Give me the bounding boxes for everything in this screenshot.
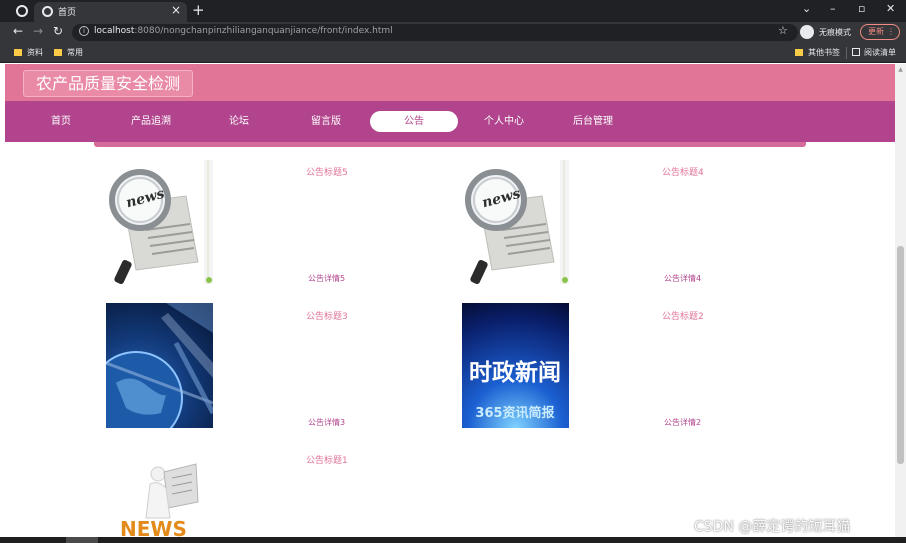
nav-admin[interactable]: 后台管理 xyxy=(566,111,620,132)
folder-icon xyxy=(795,49,803,56)
incognito-icon[interactable] xyxy=(800,25,814,39)
other-bookmarks[interactable]: 其他书签 xyxy=(795,47,840,58)
notice-title[interactable]: 公告标题3 xyxy=(306,309,348,322)
site-nav: 首页 产品追溯 论坛 留言版 公告 个人中心 后台管理 xyxy=(5,101,895,142)
minimize-icon[interactable]: – xyxy=(830,2,836,15)
os-taskbar xyxy=(0,537,906,543)
nav-product-trace[interactable]: 产品追溯 xyxy=(124,111,178,132)
browser-tab[interactable]: 首页 × xyxy=(34,2,187,22)
scroll-thumb[interactable] xyxy=(897,246,904,464)
notice-detail[interactable]: 公告详情4 xyxy=(664,273,701,284)
nav-home[interactable]: 首页 xyxy=(43,111,79,132)
tab-search-icon[interactable]: ⌄ xyxy=(802,2,811,15)
more-menu-icon: ⋮ xyxy=(887,27,895,36)
bookmark-star-icon[interactable]: ☆ xyxy=(778,24,788,37)
incognito-label: 无痕模式 xyxy=(819,28,851,37)
nav-underline-decor xyxy=(94,142,806,147)
browser-toolbar: ← → ↻ i localhost:8080/nongchanpinzhilia… xyxy=(0,22,906,43)
nav-personal-center[interactable]: 个人中心 xyxy=(477,111,531,132)
banner-main-text: 时政新闻 xyxy=(469,359,561,386)
taskbar-active-app[interactable] xyxy=(66,537,98,543)
bookmarks-bar: 资料 常用 其他书签 阅读清单 xyxy=(0,43,906,63)
page-content: 农产品质量安全检测 首页 产品追溯 论坛 留言版 公告 个人中心 后台管理 ne… xyxy=(5,64,895,537)
folder-icon xyxy=(14,49,22,56)
bookmark-folder-资料[interactable]: 资料 xyxy=(14,47,43,58)
news-magnifier-icon[interactable]: news xyxy=(106,160,213,284)
restore-icon[interactable]: ▫ xyxy=(858,2,865,15)
folder-icon xyxy=(54,49,62,56)
url-path: :8080/nongchanpinzhilianganquanjiance/fr… xyxy=(134,26,393,36)
address-bar[interactable]: i localhost:8080/nongchanpinzhilianganqu… xyxy=(72,24,798,41)
notice-detail[interactable]: 公告详情3 xyxy=(308,417,345,428)
url-host: localhost xyxy=(94,26,135,36)
close-window-icon[interactable]: ✕ xyxy=(886,2,895,15)
page-scrollbar[interactable]: ▲ xyxy=(895,64,906,537)
notice-detail[interactable]: 公告详情2 xyxy=(664,417,701,428)
nav-message-board[interactable]: 留言版 xyxy=(302,111,350,132)
back-icon[interactable]: ← xyxy=(13,24,23,38)
nav-forum[interactable]: 论坛 xyxy=(221,111,257,132)
new-tab-icon[interactable]: + xyxy=(192,1,205,19)
nav-notices[interactable]: 公告 xyxy=(370,111,458,132)
news-figure-text: NEWS xyxy=(120,517,187,537)
news-reader-figure[interactable]: NEWS xyxy=(106,462,213,537)
news-magnifier-icon[interactable]: news xyxy=(462,160,569,284)
notice-title[interactable]: 公告标题4 xyxy=(662,165,704,178)
update-button[interactable]: 更新 ⋮ xyxy=(860,24,900,40)
banner-sub-text: 365资讯简报 xyxy=(475,405,555,421)
political-news-banner[interactable]: 时政新闻 365资讯简报 xyxy=(462,303,569,428)
reload-icon[interactable]: ↻ xyxy=(53,24,63,38)
notice-title[interactable]: 公告标题5 xyxy=(306,165,348,178)
tab-close-icon[interactable]: × xyxy=(171,3,181,17)
bookmark-separator xyxy=(846,47,847,59)
inactive-tab-globe-icon[interactable] xyxy=(16,5,28,17)
reading-list-icon xyxy=(852,48,860,56)
globe-icon[interactable] xyxy=(106,303,213,428)
browser-tab-strip: 首页 × + ⌄ – ▫ ✕ xyxy=(0,0,906,22)
notice-detail[interactable]: 公告详情5 xyxy=(308,273,345,284)
reading-list[interactable]: 阅读清单 xyxy=(852,47,896,58)
site-header: 农产品质量安全检测 xyxy=(5,64,895,101)
forward-icon[interactable]: → xyxy=(33,24,43,38)
bookmark-folder-常用[interactable]: 常用 xyxy=(54,47,83,58)
site-info-icon[interactable]: i xyxy=(79,26,89,36)
globe-icon xyxy=(42,6,53,17)
site-title[interactable]: 农产品质量安全检测 xyxy=(23,70,194,97)
csdn-watermark: CSDN @薛定谔的短耳猫 xyxy=(694,519,851,535)
notice-title[interactable]: 公告标题2 xyxy=(662,309,704,322)
tab-title: 首页 xyxy=(58,8,77,18)
scroll-up-arrow-icon[interactable]: ▲ xyxy=(895,66,906,73)
notice-title[interactable]: 公告标题1 xyxy=(306,453,348,466)
